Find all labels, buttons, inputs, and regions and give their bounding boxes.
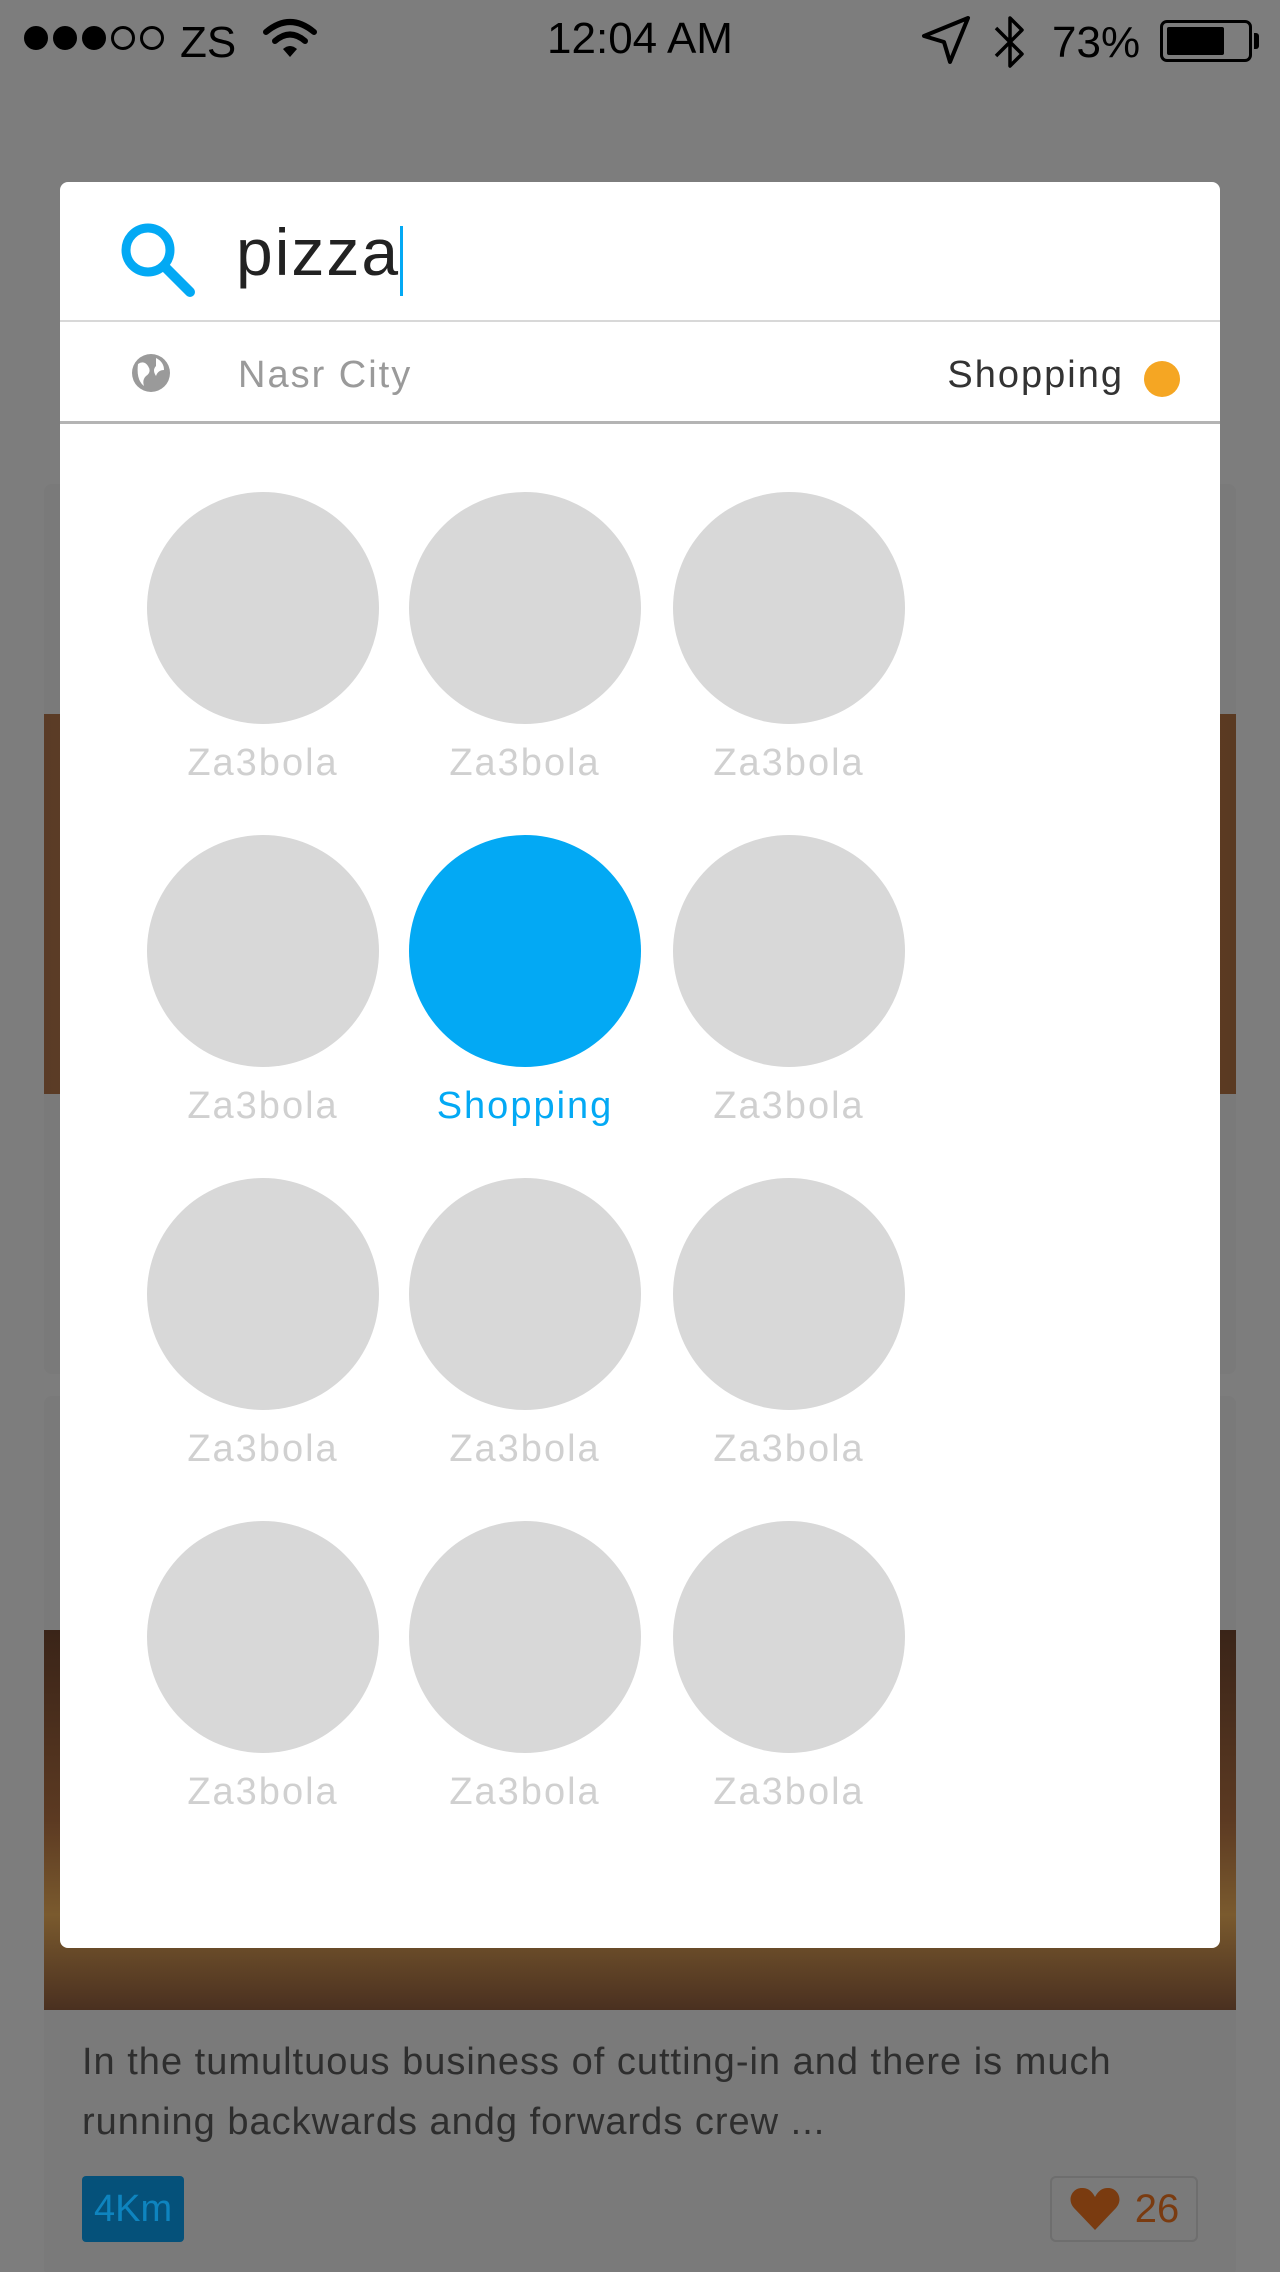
category-icon [673,1178,905,1410]
bluetooth-icon [990,12,1030,82]
category-item[interactable]: Za3bola [669,492,909,792]
search-bar [60,182,1220,322]
category-icon [147,1178,379,1410]
search-input[interactable] [236,212,1136,292]
text-caret [400,226,403,296]
category-icon [409,1521,641,1753]
category-label: Za3bola [187,1085,339,1127]
location-arrow-icon [920,14,972,76]
like-button[interactable]: 26 [1050,2176,1198,2242]
category-label: Za3bola [713,742,865,784]
category-label: Za3bola [713,1428,865,1470]
category-icon [409,835,641,1067]
search-modal: Nasr City Shopping Za3bola Za3bola Za3bola… [60,182,1220,1948]
category-label: Za3bola [449,1428,601,1470]
category-item[interactable]: Za3bola [669,1178,909,1478]
category-icon [147,1521,379,1753]
category-label: Za3bola [449,1771,601,1813]
category-icon [409,1178,641,1410]
category-label: Za3bola [187,742,339,784]
category-label: Shopping [436,1085,614,1127]
category-label: Za3bola [713,1771,865,1813]
category-item[interactable]: Za3bola [405,1178,645,1478]
battery-icon [1160,20,1252,62]
battery-percentage: 73% [1052,18,1141,67]
category-label: Za3bola [449,742,601,784]
category-indicator-dot [1144,361,1180,397]
globe-icon[interactable] [130,352,172,399]
category-filter[interactable]: Shopping [947,354,1124,397]
category-label: Za3bola [713,1085,865,1127]
search-icon[interactable] [118,220,198,305]
category-icon [147,492,379,724]
like-count: 26 [1134,2186,1180,2231]
category-icon [147,835,379,1067]
location-filter[interactable]: Nasr City [238,354,412,397]
category-icon [409,492,641,724]
distance-badge: 4Km [82,2176,185,2242]
status-bar: ZS 12:04 AM 73% [0,0,1280,80]
category-item[interactable]: Za3bola [143,1178,383,1478]
category-item[interactable]: Za3bola [405,492,645,792]
heart-icon [1070,2187,1120,2230]
category-label: Za3bola [187,1771,339,1813]
category-icon [673,492,905,724]
category-item[interactable]: Za3bola [669,1521,909,1821]
filter-row: Nasr City Shopping [60,324,1220,424]
category-item[interactable]: Za3bola [669,835,909,1135]
category-item[interactable]: Za3bola [143,1521,383,1821]
category-label: Za3bola [187,1428,339,1470]
category-item[interactable]: Za3bola [143,492,383,792]
category-icon [673,1521,905,1753]
category-item-selected[interactable]: Shopping [405,835,645,1135]
category-icon [673,835,905,1067]
feed-description: In the tumultuous business of cutting-in… [82,2041,1112,2143]
category-item[interactable]: Za3bola [143,835,383,1135]
category-item[interactable]: Za3bola [405,1521,645,1821]
